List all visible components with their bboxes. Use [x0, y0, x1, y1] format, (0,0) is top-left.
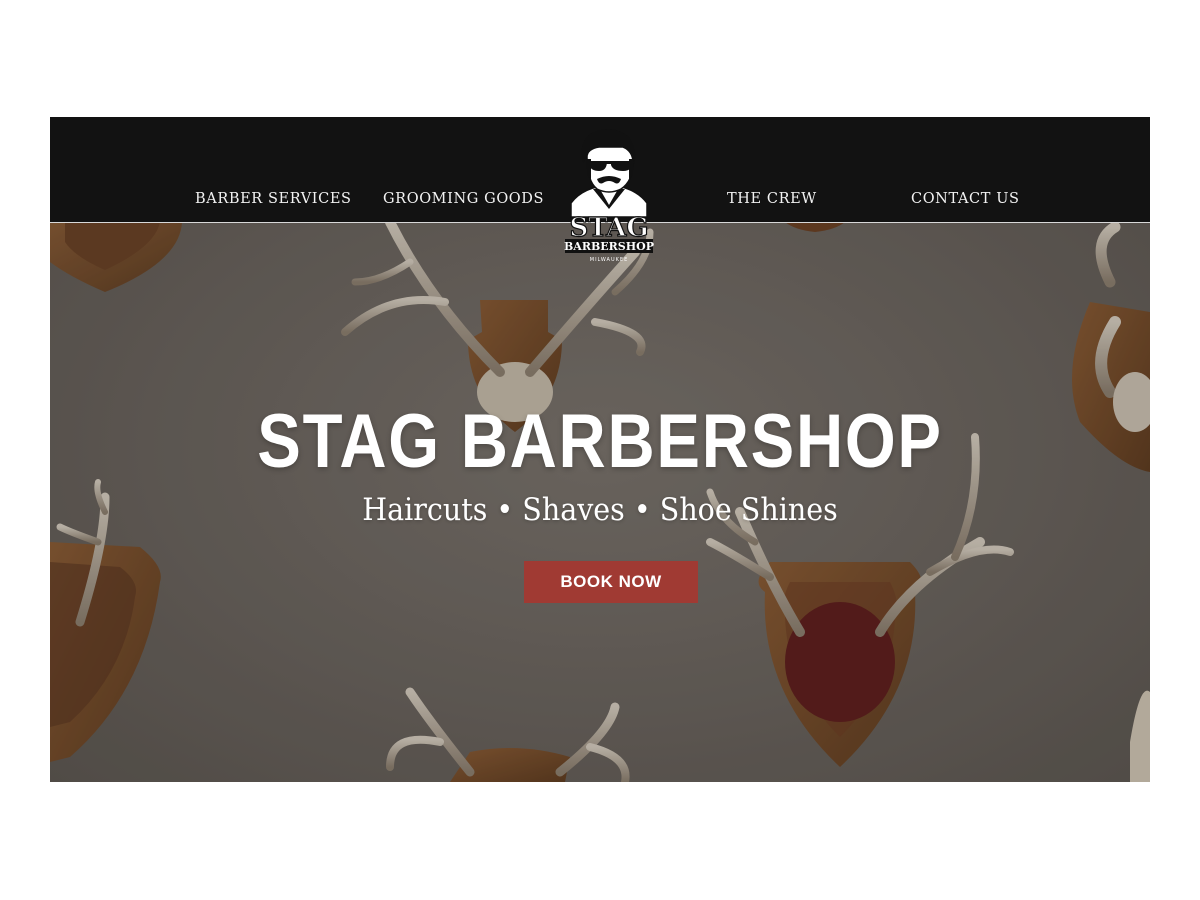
nav-grooming-goods[interactable]: GROOMING GOODS [383, 191, 544, 207]
nav-the-crew[interactable]: THE CREW [727, 191, 817, 207]
svg-text:BARBERSHOP: BARBERSHOP [564, 240, 654, 253]
svg-text:MILWAUKEE: MILWAUKEE [590, 257, 628, 263]
website-frame: STAG BARBERSHOP Haircuts • Shaves • Shoe… [50, 117, 1150, 782]
hero-section: STAG BARBERSHOP Haircuts • Shaves • Shoe… [50, 222, 1150, 782]
hero-title: STAG BARBERSHOP [257, 399, 943, 484]
stag-barbershop-logo[interactable]: STAG BARBERSHOP MILWAUKEE [563, 125, 655, 265]
mustached-man-sunglasses-icon: STAG BARBERSHOP MILWAUKEE [564, 129, 654, 263]
nav-contact-us[interactable]: CONTACT US [911, 191, 1020, 207]
svg-text:STAG: STAG [569, 213, 648, 243]
hero-subtitle: Haircuts • Shaves • Shoe Shines [362, 492, 838, 528]
nav-barber-services[interactable]: BARBER SERVICES [195, 191, 352, 207]
book-now-button[interactable]: BOOK NOW [524, 561, 698, 603]
